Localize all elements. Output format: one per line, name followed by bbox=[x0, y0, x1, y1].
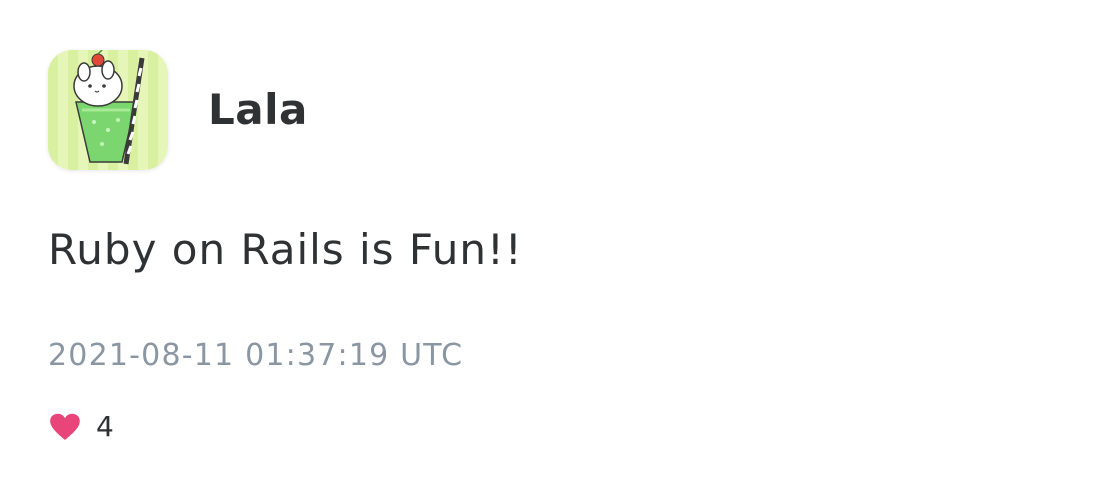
post-card: Lala Ruby on Rails is Fun!! 2021-08-11 0… bbox=[0, 0, 1119, 500]
post-timestamp: 2021-08-11 01:37:19 UTC bbox=[48, 338, 464, 373]
like-count: 4 bbox=[96, 410, 114, 443]
avatar-image bbox=[48, 50, 168, 170]
user-avatar[interactable] bbox=[48, 50, 168, 170]
post-content: Ruby on Rails is Fun!! bbox=[48, 225, 523, 274]
author-name[interactable]: Lala bbox=[208, 89, 308, 131]
post-header: Lala bbox=[48, 50, 308, 170]
heart-icon bbox=[50, 413, 80, 440]
like-button[interactable] bbox=[48, 410, 82, 444]
like-row: 4 bbox=[48, 410, 114, 444]
